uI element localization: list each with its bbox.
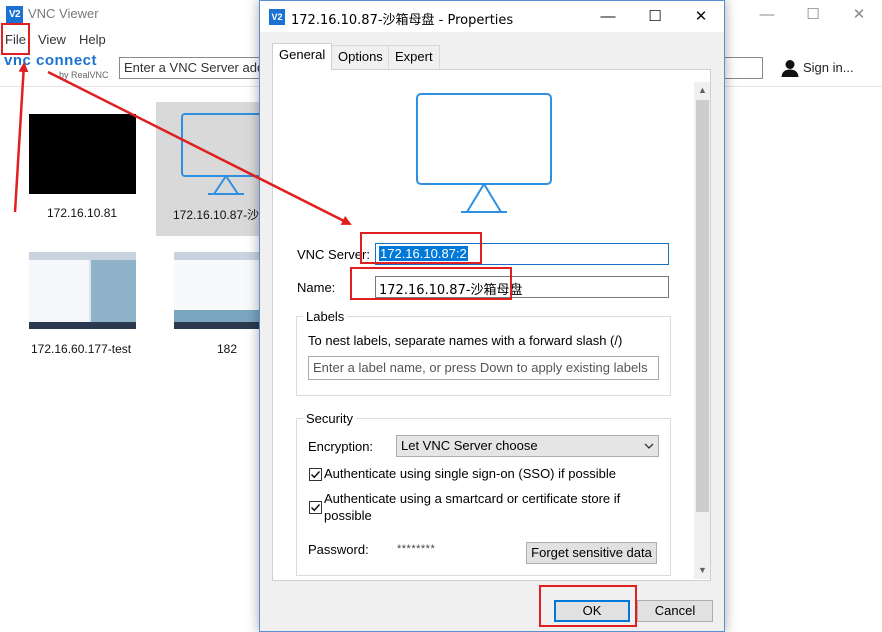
monitor-icon [416,93,552,213]
tile-label: 172.16.60.177-test [31,342,132,356]
close-button[interactable]: ✕ [836,0,882,30]
labels-group-title: Labels [303,309,348,324]
cancel-button[interactable]: Cancel [637,600,713,622]
tab-expert[interactable]: Expert [388,45,440,69]
encryption-select[interactable]: Let VNC Server choose [396,435,659,457]
scroll-up-arrow-icon[interactable]: ▲ [694,82,710,99]
chevron-down-icon [644,443,654,449]
tile-label: 172.16.10.87-沙 [173,208,260,222]
dialog-title: 172.16.10.87-沙箱母盘 - Properties [291,13,514,28]
user-icon [781,60,799,77]
forget-sensitive-data-button[interactable]: Forget sensitive data [526,542,657,564]
smartcard-checkbox[interactable] [309,501,322,514]
vertical-scrollbar[interactable]: ▲ ▼ [694,82,710,579]
sso-label[interactable]: Authenticate using single sign-on (SSO) … [324,466,616,481]
tile-thumbnail[interactable] [29,252,136,329]
vnc-server-value: 172.16.10.87:2 [379,246,468,261]
password-label: Password: [308,542,369,557]
maximize-button[interactable]: ☐ [790,0,836,30]
name-field[interactable]: 172.16.10.87-沙箱母盘 [375,276,669,298]
encryption-label: Encryption: [308,439,374,454]
monitor-icon [181,113,265,195]
checkmark-icon [310,503,321,512]
main-window-title: VNC Viewer [28,6,99,21]
properties-dialog: V2 172.16.10.87-沙箱母盘 - Properties — ☐ ✕ … [259,0,725,632]
dialog-titlebar: V2 172.16.10.87-沙箱母盘 - Properties — ☐ ✕ [260,1,724,32]
dialog-maximize-button[interactable]: ☐ [632,1,678,32]
dialog-close-button[interactable]: ✕ [678,1,724,32]
scroll-thumb[interactable] [696,100,709,512]
label-name-input[interactable]: Enter a label name, or press Down to app… [308,356,659,380]
tile-thumbnail[interactable] [29,114,136,194]
password-mask: ******** [397,543,436,555]
vnc-app-icon: V2 [6,6,23,23]
smartcard-label-line2[interactable]: possible [324,508,372,523]
labels-hint: To nest labels, separate names with a fo… [308,333,623,348]
vnc-server-field[interactable]: 172.16.10.87:2 [375,243,669,265]
security-group-title: Security [303,411,356,426]
menu-view[interactable]: View [38,32,66,47]
menu-help[interactable]: Help [79,32,106,47]
checkmark-icon [310,470,321,479]
vnc-server-label: VNC Server: [297,247,370,262]
name-label: Name: [297,280,336,295]
tab-options[interactable]: Options [331,45,390,69]
sign-in-label: Sign in... [803,60,854,75]
general-tab-panel: VNC Server: 172.16.10.87:2 Name: 172.16.… [272,69,711,581]
logo-subtitle: by RealVNC [59,70,109,80]
tile-label: 182 [217,342,238,356]
ok-button[interactable]: OK [554,600,630,622]
sso-checkbox[interactable] [309,468,322,481]
dialog-minimize-button[interactable]: — [585,1,631,32]
smartcard-label-line1[interactable]: Authenticate using a smartcard or certif… [324,491,620,506]
menu-file[interactable]: File [5,32,26,47]
tile-label: 172.16.10.81 [47,206,118,220]
minimize-button[interactable]: — [744,0,790,30]
vnc-app-icon: V2 [269,9,285,25]
encryption-value: Let VNC Server choose [401,438,538,453]
scroll-down-arrow-icon[interactable]: ▼ [694,562,710,579]
tab-general[interactable]: General [272,43,333,70]
vnc-connect-logo: vnc connect [4,52,98,69]
